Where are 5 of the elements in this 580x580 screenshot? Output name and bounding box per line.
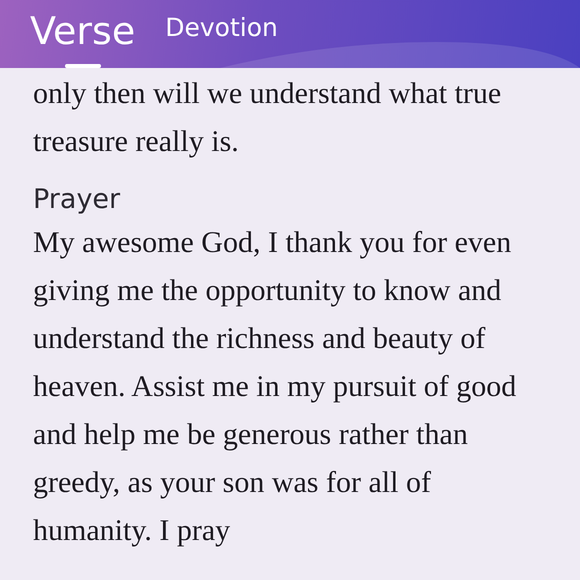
- section-heading: Prayer: [33, 184, 122, 215]
- paragraph: only then will we understand what true treasure really is.: [33, 76, 502, 160]
- tab[interactable]: Verse: [22, 0, 144, 68]
- tab[interactable]: Devotion: [157, 0, 286, 68]
- paragraph: My awesome God, I thank you for even giving me the opportunity to know and understand the richness and beauty of heaven. Assist me in my pursuit of good and help me be generous rather than greedy, as your son was for all of humanity. I pray: [33, 225, 518, 549]
